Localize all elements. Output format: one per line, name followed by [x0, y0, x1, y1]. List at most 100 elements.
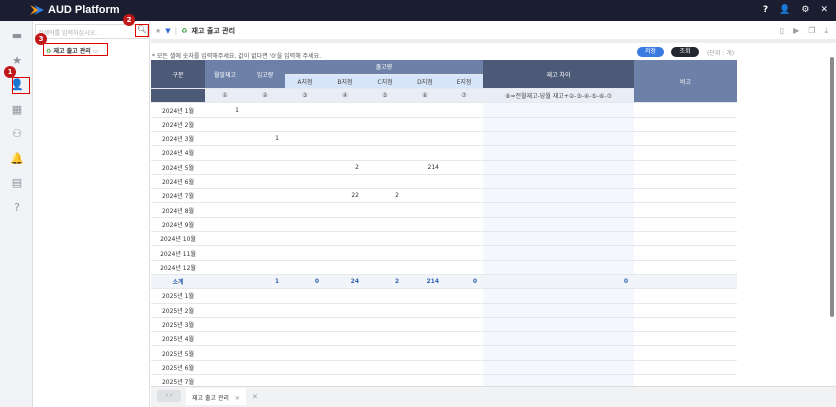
search-icon[interactable]: 🔍︎ [135, 24, 149, 37]
cell-value[interactable] [325, 102, 365, 118]
cell-value[interactable] [285, 303, 325, 318]
cell-value[interactable] [285, 317, 325, 333]
cell-value[interactable] [205, 231, 245, 247]
cell-remark[interactable] [634, 288, 737, 304]
cell-value[interactable] [445, 202, 483, 218]
cell-value[interactable] [445, 102, 483, 118]
cell-value[interactable] [205, 331, 245, 347]
cell-value[interactable] [365, 317, 405, 333]
cell-value[interactable] [325, 288, 365, 304]
cell-value[interactable] [405, 360, 445, 376]
cell-value[interactable]: 1 [245, 131, 285, 147]
cell-value[interactable] [445, 160, 483, 175]
cell-value[interactable] [405, 260, 445, 275]
cell-value[interactable] [445, 260, 483, 275]
cell-remark[interactable] [634, 231, 737, 247]
cell-diff[interactable] [483, 102, 634, 118]
cell-value[interactable] [445, 188, 483, 204]
cell-value[interactable] [325, 174, 365, 190]
cell-value[interactable] [205, 260, 245, 275]
help-icon[interactable]: ? [763, 5, 768, 15]
cell-remark[interactable] [634, 202, 737, 218]
cell-value[interactable] [245, 117, 285, 132]
cell-value[interactable] [445, 117, 483, 132]
cell-value[interactable] [325, 145, 365, 161]
cell-value[interactable] [205, 117, 245, 132]
cell-remark[interactable] [634, 145, 737, 161]
cell-value[interactable] [325, 231, 365, 247]
cell-value[interactable]: 0 [285, 273, 325, 290]
cell-value[interactable] [205, 202, 245, 218]
cell-diff[interactable] [483, 331, 634, 347]
cell-diff[interactable] [483, 303, 634, 318]
cell-value[interactable] [405, 303, 445, 318]
user-icon[interactable]: 👤 [779, 5, 790, 15]
cell-value[interactable] [205, 245, 245, 261]
cell-value[interactable] [285, 202, 325, 218]
cell-diff[interactable] [483, 202, 634, 218]
cell-value[interactable] [325, 317, 365, 333]
cell-value[interactable] [325, 245, 365, 261]
cell-value[interactable] [245, 217, 285, 233]
cell-value[interactable] [445, 231, 483, 247]
cell-diff[interactable] [483, 188, 634, 204]
cell-value[interactable] [365, 260, 405, 275]
tree-node-inventory[interactable]: ♻ 재고 출고 관리 ▭ [43, 43, 108, 56]
cell-value[interactable] [405, 145, 445, 161]
cell-value[interactable] [245, 303, 285, 318]
cell-diff[interactable] [483, 160, 634, 175]
cell-value[interactable] [325, 217, 365, 233]
cell-value[interactable] [285, 217, 325, 233]
cell-value[interactable] [245, 345, 285, 361]
cell-value[interactable] [445, 331, 483, 347]
cell-value[interactable] [205, 160, 245, 175]
download-icon[interactable]: ⤓ [824, 26, 828, 36]
cell-value[interactable] [365, 360, 405, 376]
tab-inventory[interactable]: 재고 출고 관리 ✕ [186, 388, 246, 405]
cell-value[interactable] [285, 331, 325, 347]
cell-value[interactable] [365, 145, 405, 161]
cell-value[interactable] [405, 288, 445, 304]
cell-value[interactable] [445, 288, 483, 304]
cell-remark[interactable] [634, 131, 737, 147]
cell-remark[interactable] [634, 217, 737, 233]
cell-diff[interactable] [483, 145, 634, 161]
cell-value[interactable]: 1 [205, 102, 245, 118]
cell-value[interactable] [405, 217, 445, 233]
cell-diff[interactable] [483, 231, 634, 247]
cell-value[interactable] [245, 331, 285, 347]
cell-value[interactable] [285, 360, 325, 376]
cell-remark[interactable] [634, 317, 737, 333]
gear-icon[interactable]: ⚙ [801, 5, 809, 15]
cell-diff[interactable] [483, 317, 634, 333]
cell-value[interactable] [245, 260, 285, 275]
cell-value[interactable] [325, 331, 365, 347]
cell-value[interactable] [325, 303, 365, 318]
tab-nav-arrows[interactable]: ‹ › [157, 390, 181, 402]
cell-value[interactable]: 2 [365, 273, 405, 290]
scrollbar-thumb[interactable] [830, 57, 834, 317]
cell-value[interactable]: 1 [245, 273, 285, 290]
cell-value[interactable]: 2 [365, 188, 405, 204]
cell-value[interactable] [445, 317, 483, 333]
cell-value[interactable] [405, 317, 445, 333]
filter-icon[interactable]: ▼ [165, 27, 170, 35]
dashboard-icon[interactable]: ▦ [10, 103, 24, 117]
cell-value[interactable] [285, 117, 325, 132]
cell-value[interactable] [325, 345, 365, 361]
cell-value[interactable] [405, 231, 445, 247]
cell-value[interactable] [365, 217, 405, 233]
cell-value[interactable] [365, 345, 405, 361]
cell-value[interactable] [325, 202, 365, 218]
cell-value[interactable] [285, 160, 325, 175]
cell-value[interactable] [285, 345, 325, 361]
cell-value[interactable] [445, 145, 483, 161]
cell-value[interactable] [405, 174, 445, 190]
cell-value[interactable]: 24 [325, 273, 365, 290]
cell-value[interactable] [365, 202, 405, 218]
search-button[interactable]: 조회 [671, 47, 699, 57]
cell-value[interactable] [405, 117, 445, 132]
cell-value[interactable]: 214 [405, 160, 445, 175]
cell-value[interactable] [205, 131, 245, 147]
bell-icon[interactable]: 🔔 [10, 152, 24, 166]
